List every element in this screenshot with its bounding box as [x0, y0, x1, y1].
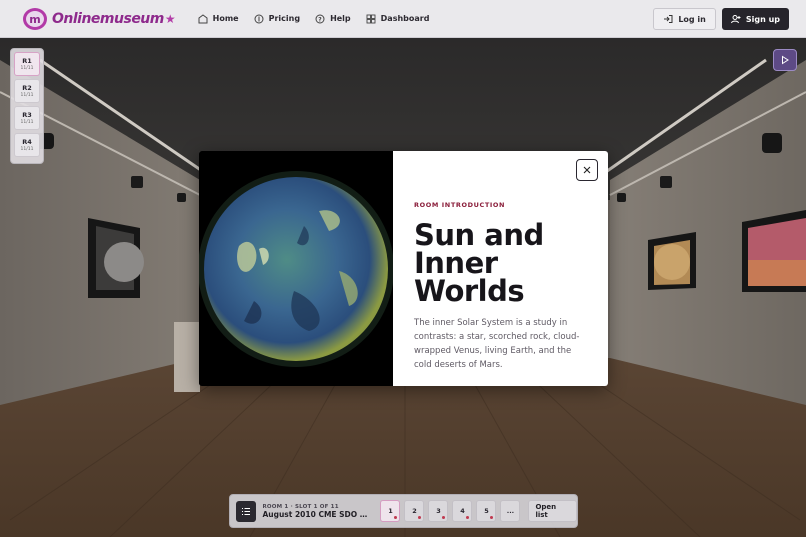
signup-label: Sign up	[745, 14, 780, 24]
slot-button-3[interactable]: 3	[428, 500, 449, 522]
nav-pricing-label: Pricing	[268, 14, 301, 23]
room-intro-modal: ROOM INTRODUCTION Sun and Inner Worlds T…	[199, 151, 608, 386]
slot-button-2[interactable]: 2	[404, 500, 425, 522]
slot-buttons: 1 2 3 4 5 ...	[380, 500, 524, 522]
nav-help[interactable]: ? Help	[315, 9, 351, 29]
modal-kicker: ROOM INTRODUCTION	[414, 201, 506, 209]
slot-number: 4	[460, 507, 465, 515]
brand-name: Onlinemuseum	[52, 10, 164, 27]
nav-home[interactable]: Home	[198, 9, 239, 29]
room-label: R3	[22, 110, 32, 119]
auth-buttons: Log in Sign up	[653, 8, 789, 30]
home-icon	[198, 13, 208, 23]
open-list-button[interactable]: Open list	[528, 500, 577, 522]
logo-badge-icon: m	[20, 6, 50, 32]
slot-artwork-name: August 2010 CME SDO Multiwavelength	[262, 509, 373, 519]
slot-status-dot	[490, 516, 494, 519]
modal-description: The inner Solar System is a study in con…	[414, 318, 580, 370]
room-button-r4[interactable]: R4 11/11	[14, 133, 40, 157]
modal-title: Sun and Inner Worlds	[414, 218, 544, 308]
login-icon	[664, 15, 673, 23]
nav-help-label: Help	[330, 14, 351, 23]
slot-status-dot	[466, 516, 470, 519]
login-button[interactable]: Log in	[653, 8, 716, 30]
slot-navigation-bar: ROOM 1 · SLOT 1 OF 11 August 2010 CME SD…	[229, 494, 578, 528]
slot-more-button[interactable]: ...	[500, 500, 521, 522]
nav-dashboard[interactable]: Dashboard	[366, 9, 430, 29]
room-count: 11/11	[20, 65, 34, 71]
room-count: 11/11	[20, 146, 34, 152]
slot-status-dot	[394, 516, 398, 519]
room-button-r3[interactable]: R3 11/11	[14, 106, 40, 130]
room-selector: R1 11/11 R2 11/11 R3 11/11 R4 11/11	[10, 48, 44, 164]
play-tour-button[interactable]	[773, 49, 797, 71]
dashboard-icon	[366, 14, 376, 23]
pricing-icon	[254, 14, 264, 23]
slot-button-5[interactable]: 5	[476, 500, 497, 522]
slot-number: 3	[436, 507, 441, 515]
slot-number: 5	[484, 507, 489, 515]
svg-text:?: ?	[318, 16, 322, 23]
room-count: 11/11	[20, 92, 34, 98]
slot-status-dot	[442, 516, 446, 519]
signup-button[interactable]: Sign up	[721, 8, 789, 30]
user-plus-icon	[730, 15, 741, 24]
slot-status-dot	[418, 516, 422, 519]
logo-badge-letter: m	[29, 13, 40, 26]
brand-logo[interactable]: m Onlinemuseum ★	[20, 6, 176, 32]
room-button-r1[interactable]: R1 11/11	[14, 52, 40, 76]
slot-button-1[interactable]: 1	[380, 500, 401, 522]
login-label: Log in	[678, 14, 706, 24]
top-nav-bar: m Onlinemuseum ★ Home Pricing ? Help Das…	[0, 0, 806, 38]
play-icon	[782, 55, 789, 65]
slot-more-label: ...	[506, 507, 515, 515]
room-count: 11/11	[20, 119, 34, 125]
current-slot-info: ROOM 1 · SLOT 1 OF 11 August 2010 CME SD…	[262, 504, 372, 519]
sun-artwork-image	[199, 151, 394, 386]
artwork-list-button[interactable]	[236, 500, 257, 522]
room-button-r2[interactable]: R2 11/11	[14, 79, 40, 103]
close-modal-button[interactable]	[576, 159, 598, 181]
room-label: R4	[22, 137, 32, 146]
room-label: R1	[22, 56, 32, 65]
slot-number: 1	[388, 507, 393, 515]
help-icon: ?	[315, 14, 325, 23]
nav-home-label: Home	[212, 14, 239, 23]
list-icon	[242, 507, 251, 515]
modal-content: ROOM INTRODUCTION Sun and Inner Worlds T…	[414, 201, 594, 372]
close-icon	[583, 166, 591, 174]
nav-dashboard-label: Dashboard	[380, 14, 430, 23]
main-nav: Home Pricing ? Help Dashboard	[198, 9, 445, 29]
slot-button-4[interactable]: 4	[452, 500, 473, 522]
room-label: R2	[22, 83, 32, 92]
slot-number: 2	[412, 507, 417, 515]
logo-star-icon: ★	[164, 11, 176, 26]
nav-pricing[interactable]: Pricing	[254, 9, 300, 29]
